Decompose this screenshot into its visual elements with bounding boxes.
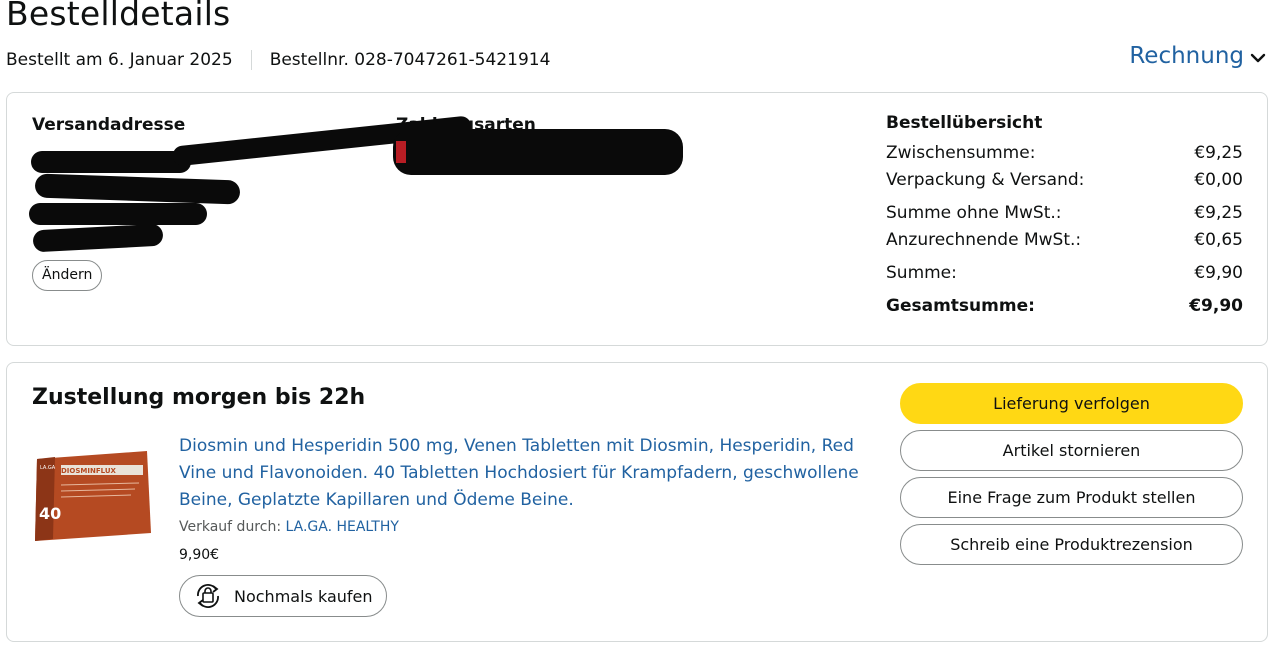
summary-title: Bestellübersicht bbox=[886, 113, 1043, 133]
meta-divider bbox=[250, 50, 252, 70]
invoice-label: Rechnung bbox=[1129, 43, 1244, 69]
product-image-count: 40 bbox=[39, 504, 61, 523]
summary-row-grand-total: Gesamtsumme: €9,90 bbox=[886, 295, 1243, 316]
buy-again-label: Nochmals kaufen bbox=[234, 586, 373, 606]
buy-again-button[interactable]: Nochmals kaufen bbox=[179, 575, 387, 617]
product-price: 9,90€ bbox=[179, 547, 220, 563]
seller-link[interactable]: LA.GA. HEALTHY bbox=[286, 519, 399, 535]
delivery-title: Zustellung morgen bis 22h bbox=[32, 385, 366, 410]
shipping-title: Versandadresse bbox=[32, 115, 186, 135]
track-delivery-button[interactable]: Lieferung verfolgen bbox=[900, 383, 1243, 424]
buy-again-icon bbox=[197, 584, 219, 608]
invoice-dropdown[interactable]: Rechnung bbox=[1129, 43, 1266, 69]
order-actions: Lieferung verfolgen Artikel stornieren E… bbox=[900, 383, 1243, 571]
order-meta: Bestellt am 6. Januar 2025 Bestellnr. 02… bbox=[6, 50, 550, 70]
summary-row-vat: Anzurechnende MwSt.: €0,65 bbox=[886, 229, 1243, 250]
product-image-maker: LA.GA bbox=[40, 465, 56, 471]
cancel-item-button[interactable]: Artikel stornieren bbox=[900, 430, 1243, 471]
product-image-brand: DIOSMINFLUX bbox=[61, 467, 117, 475]
chevron-down-icon bbox=[1250, 53, 1266, 63]
order-summary: Bestellübersicht Zwischensumme: €9,25 Ver… bbox=[886, 113, 1243, 319]
ask-question-button[interactable]: Eine Frage zum Produkt stellen bbox=[900, 477, 1243, 518]
write-review-button[interactable]: Schreib eine Produktrezension bbox=[900, 524, 1243, 565]
delivery-card: Zustellung morgen bis 22h DIOSMINFLUX 40… bbox=[6, 362, 1268, 642]
order-info-card: Versandadresse Ändern Zahlungsarten Best… bbox=[6, 92, 1268, 346]
summary-row-net: Summe ohne MwSt.: €9,25 bbox=[886, 202, 1243, 223]
seller-prefix: Verkauf durch: bbox=[179, 519, 282, 535]
product-image[interactable]: DIOSMINFLUX 40 LA.GA bbox=[31, 443, 153, 543]
order-date: Bestellt am 6. Januar 2025 bbox=[6, 50, 233, 70]
change-address-button[interactable]: Ändern bbox=[32, 260, 103, 291]
page-title: Bestelldetails bbox=[6, 0, 231, 33]
product-title-link[interactable]: Diosmin und Hesperidin 500 mg, Venen Tab… bbox=[179, 433, 879, 514]
order-number: Bestellnr. 028-7047261-5421914 bbox=[269, 50, 551, 70]
summary-row-shipping: Verpackung & Versand: €0,00 bbox=[886, 169, 1243, 190]
summary-row-subtotal: Zwischensumme: €9,25 bbox=[886, 142, 1243, 163]
seller-info: Verkauf durch: LA.GA. HEALTHY bbox=[179, 519, 399, 535]
summary-row-total: Summe: €9,90 bbox=[886, 262, 1243, 283]
